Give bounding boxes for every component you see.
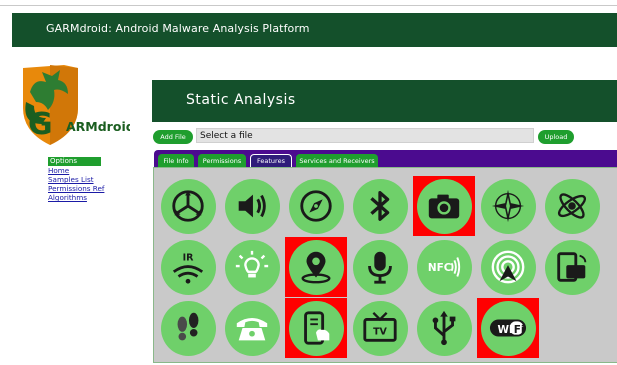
feature-tile-location[interactable] [285,237,347,297]
compass-rose-icon [480,178,536,234]
feature-tile-compass[interactable] [285,176,347,236]
svg-text:TV: TV [373,327,387,338]
logo-letter: G [28,107,53,142]
sidebar-nav: Options Home Samples List Permissions Re… [48,157,104,202]
wifi-icon: Wi Fi [480,300,536,356]
logo-text: ARMdroid [66,119,130,134]
file-select-input[interactable]: Select a file [196,128,534,143]
feature-tile-gyroscope[interactable] [541,176,603,236]
bluetooth-icon [352,178,408,234]
feature-tile-step-counter[interactable] [157,298,219,358]
tab-file-info[interactable]: File Info [158,154,194,168]
feature-tile-infrared[interactable]: IR [157,237,219,297]
sidebar-options-heading: Options [48,157,101,166]
feature-tile-accelerometer[interactable] [157,176,219,236]
sidebar-link-home[interactable]: Home [48,166,104,175]
tab-features[interactable]: Features [250,154,292,168]
feature-tile-screen-rotation[interactable] [541,237,603,297]
microphone-icon [352,239,408,295]
upload-button[interactable]: Upload [538,130,574,144]
sidebar-link-permissions-ref[interactable]: Permissions Ref [48,184,104,193]
feature-tile-touchscreen[interactable] [285,298,347,358]
feature-tile-tv[interactable]: TV [349,298,411,358]
svg-text:NFC: NFC [428,262,452,274]
feature-tile-bluetooth[interactable] [349,176,411,236]
svg-text:IR: IR [183,252,195,263]
section-banner: Static Analysis [152,80,617,122]
sidebar-link-algorithms[interactable]: Algorithms [48,193,104,202]
speaker-icon [224,178,280,234]
tv-icon: TV [352,300,408,356]
top-divider [0,5,617,6]
garmdroid-logo: G ARMdroid [20,62,135,146]
feature-tile-microphone[interactable] [349,237,411,297]
wifi-direct-icon [480,239,536,295]
compass-icon [288,178,344,234]
nfc-icon: NFC [416,239,472,295]
screen-rotation-icon [544,239,600,295]
features-panel: IR NFC TV Wi Fi [153,167,617,363]
step-counter-icon [160,300,216,356]
tab-permissions[interactable]: Permissions [198,154,246,168]
infrared-icon: IR [160,239,216,295]
feature-tile-compass-rose[interactable] [477,176,539,236]
app-title: GARMdroid: Android Malware Analysis Plat… [46,22,310,35]
svg-text:Fi: Fi [514,324,525,336]
telephone-icon [224,300,280,356]
feature-tile-wifi-direct[interactable] [477,237,539,297]
location-icon [288,239,344,295]
feature-tile-camera[interactable] [413,176,475,236]
app-header: GARMdroid: Android Malware Analysis Plat… [12,13,617,47]
feature-tile-light-sensor[interactable] [221,237,283,297]
add-file-button[interactable]: Add File [153,130,193,144]
touchscreen-icon [288,300,344,356]
feature-tile-telephone[interactable] [221,298,283,358]
feature-tile-speaker[interactable] [221,176,283,236]
sidebar-link-samples-list[interactable]: Samples List [48,175,104,184]
feature-tile-nfc[interactable]: NFC [413,237,475,297]
light-sensor-icon [224,239,280,295]
tab-bar: File Info Permissions Features Services … [154,150,617,168]
gyroscope-icon [544,178,600,234]
tab-services-and-receivers[interactable]: Services and Receivers [296,154,378,168]
feature-tile-wifi[interactable]: Wi Fi [477,298,539,358]
accelerometer-icon [160,178,216,234]
section-title: Static Analysis [186,92,296,108]
usb-icon [416,300,472,356]
feature-tile-usb[interactable] [413,298,475,358]
camera-icon [416,178,472,234]
